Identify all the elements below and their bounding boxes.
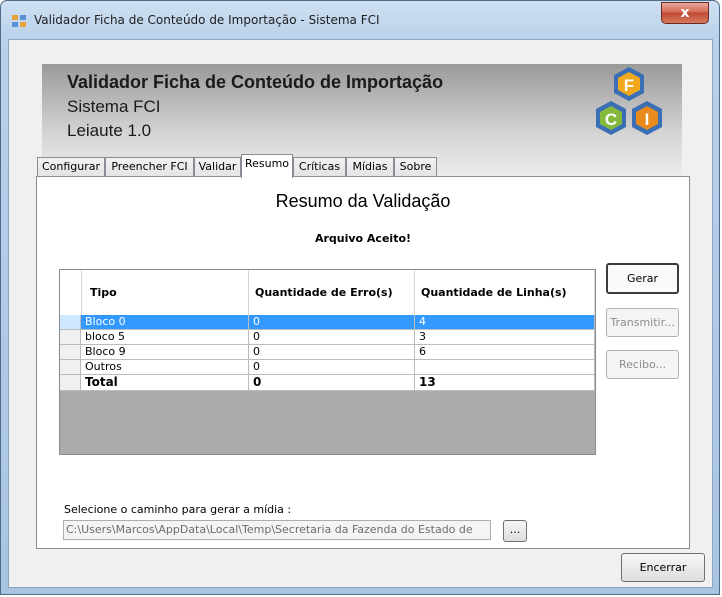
resumo-grid[interactable]: Tipo Quantidade de Erro(s) Quantidade de… bbox=[59, 269, 596, 455]
cell-linhas[interactable] bbox=[415, 360, 595, 375]
tab-preencher-fci[interactable]: Preencher FCI bbox=[105, 157, 194, 177]
tab-criticas[interactable]: Críticas bbox=[293, 157, 346, 177]
tab-midias[interactable]: Mídias bbox=[346, 157, 394, 177]
window-title: Validador Ficha de Conteúdo de Importaçã… bbox=[34, 13, 380, 27]
header-subtitle: Sistema FCI bbox=[67, 97, 161, 116]
cell-erros[interactable]: 0 bbox=[249, 330, 415, 345]
cell-tipo[interactable]: Outros bbox=[81, 360, 249, 375]
cell-linhas[interactable]: 6 bbox=[415, 345, 595, 360]
cell-tipo[interactable]: Bloco 0 bbox=[81, 315, 249, 330]
encerrar-button[interactable]: Encerrar bbox=[621, 553, 705, 582]
row-header[interactable] bbox=[60, 330, 81, 345]
logo-letter-c: C bbox=[605, 110, 617, 129]
table-row[interactable]: bloco 5 0 3 bbox=[60, 330, 595, 345]
cell-linhas[interactable]: 3 bbox=[415, 330, 595, 345]
cell-linhas[interactable]: 4 bbox=[415, 315, 595, 330]
client-area: Validador Ficha de Conteúdo de Importaçã… bbox=[8, 39, 713, 588]
column-header-erros[interactable]: Quantidade de Erro(s) bbox=[249, 270, 415, 315]
cell-erros[interactable]: 0 bbox=[249, 345, 415, 360]
cell-tipo[interactable]: Total bbox=[81, 375, 249, 391]
grid-header: Tipo Quantidade de Erro(s) Quantidade de… bbox=[60, 270, 595, 315]
gerar-button[interactable]: Gerar bbox=[606, 263, 679, 294]
cell-tipo[interactable]: Bloco 9 bbox=[81, 345, 249, 360]
title-bar[interactable]: Validador Ficha de Conteúdo de Importaçã… bbox=[1, 1, 719, 39]
tab-sobre[interactable]: Sobre bbox=[394, 157, 437, 177]
path-field[interactable]: C:\Users\Marcos\AppData\Local\Temp\Secre… bbox=[63, 520, 491, 540]
row-header[interactable] bbox=[60, 375, 81, 391]
tab-resumo[interactable]: Resumo bbox=[241, 154, 293, 178]
browse-button[interactable]: ... bbox=[503, 520, 527, 542]
app-icon bbox=[12, 15, 26, 27]
header-title: Validador Ficha de Conteúdo de Importaçã… bbox=[67, 72, 444, 92]
cell-erros[interactable]: 0 bbox=[249, 315, 415, 330]
resumo-title: Resumo da Validação bbox=[275, 191, 451, 211]
column-header-tipo[interactable]: Tipo bbox=[82, 270, 249, 315]
cell-erros[interactable]: 0 bbox=[249, 375, 415, 391]
row-header[interactable] bbox=[60, 360, 81, 375]
tab-configurar[interactable]: Configurar bbox=[37, 157, 105, 177]
header-version: Leiaute 1.0 bbox=[67, 121, 152, 140]
app-window: Validador Ficha de Conteúdo de Importaçã… bbox=[0, 0, 720, 595]
logo-letter-i: I bbox=[645, 110, 650, 129]
column-header-linhas[interactable]: Quantidade de Linha(s) bbox=[415, 270, 595, 315]
validation-status: Arquivo Aceito! bbox=[314, 232, 412, 245]
close-button[interactable]: x bbox=[661, 2, 709, 24]
table-row[interactable]: Outros 0 bbox=[60, 360, 595, 375]
table-row[interactable]: Bloco 0 0 4 bbox=[60, 315, 595, 330]
fci-logo: F C I bbox=[596, 67, 662, 135]
row-header[interactable] bbox=[60, 345, 81, 360]
resumo-panel: Resumo da Validação Arquivo Aceito! Tipo… bbox=[36, 176, 690, 549]
cell-erros[interactable]: 0 bbox=[249, 360, 415, 375]
cell-tipo[interactable]: bloco 5 bbox=[81, 330, 249, 345]
row-header-corner bbox=[60, 270, 82, 315]
close-icon: x bbox=[680, 5, 690, 21]
tab-validar[interactable]: Validar bbox=[194, 157, 241, 177]
table-row[interactable]: Bloco 9 0 6 bbox=[60, 345, 595, 360]
recibo-button[interactable]: Recibo... bbox=[606, 350, 679, 379]
row-header[interactable] bbox=[60, 315, 81, 330]
transmitir-button[interactable]: Transmitir... bbox=[606, 308, 679, 337]
path-label: Selecione o caminho para gerar a mídia : bbox=[64, 503, 292, 516]
cell-linhas[interactable]: 13 bbox=[415, 375, 595, 391]
logo-letter-f: F bbox=[624, 76, 634, 95]
table-row-total[interactable]: Total 0 13 bbox=[60, 375, 595, 391]
